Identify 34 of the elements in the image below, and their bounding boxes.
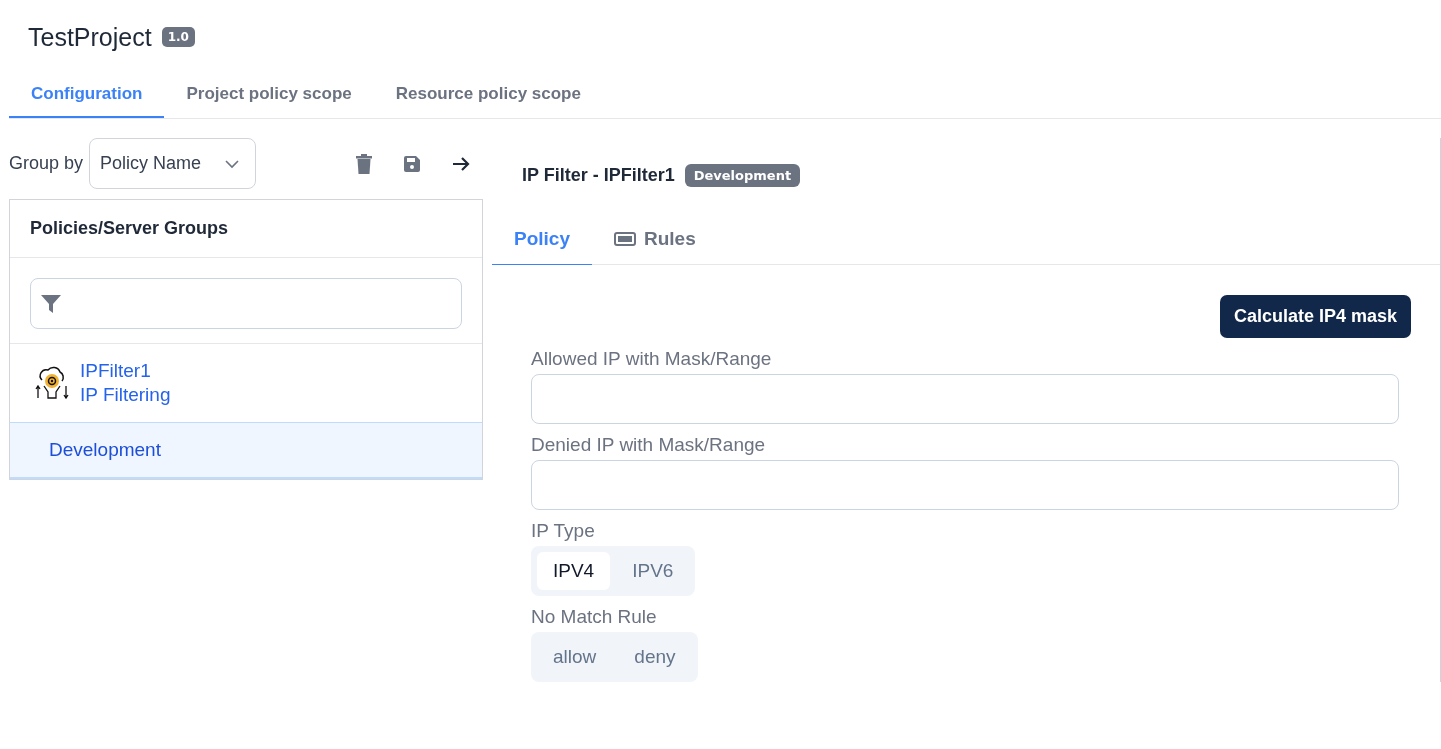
panel-header: Policies/Server Groups [10,200,482,258]
save-icon[interactable] [403,154,421,173]
calculate-mask-button[interactable]: Calculate IP4 mask [1219,295,1411,338]
project-title: TestProject [28,22,152,52]
policy-name: IPFilter1 [80,360,152,382]
policy-gear-icon [34,364,70,402]
field-label: No Match Rule [531,606,657,628]
segment-option[interactable]: allow [537,638,613,676]
filter-icon [41,294,61,313]
field-label: IP Type [531,520,595,542]
server-group-item[interactable]: Development [10,422,482,479]
policy-title: IP Filter - IPFilter1 [522,164,675,186]
field-label: Denied IP with Mask/Range [531,434,766,456]
filter-field[interactable] [30,278,462,329]
environment-badge: Development [684,163,801,187]
policy-item[interactable]: IPFilter1 IP Filtering [10,344,482,422]
input-field[interactable] [531,460,1399,510]
trash-icon[interactable] [355,153,373,174]
segment-option[interactable]: IPV6 [616,552,690,590]
tab[interactable]: Rules [592,214,718,265]
group-by-dropdown[interactable]: Policy Name [89,138,257,189]
segment-option[interactable]: deny [618,638,692,676]
policy-type: IP Filtering [80,384,171,406]
group-by-label: Group by [9,153,84,174]
tab[interactable]: Project policy scope [164,72,374,118]
arrow-right-icon[interactable] [451,154,471,173]
tab[interactable]: Configuration [9,72,165,118]
input-field[interactable] [531,374,1399,424]
field-label: Allowed IP with Mask/Range [531,348,772,370]
tab[interactable]: Policy [492,214,592,265]
tab[interactable]: Resource policy scope [373,72,603,118]
version-badge: 1.0 [161,27,195,47]
ticket-icon [614,232,636,246]
segment-option[interactable]: IPV4 [537,552,611,590]
